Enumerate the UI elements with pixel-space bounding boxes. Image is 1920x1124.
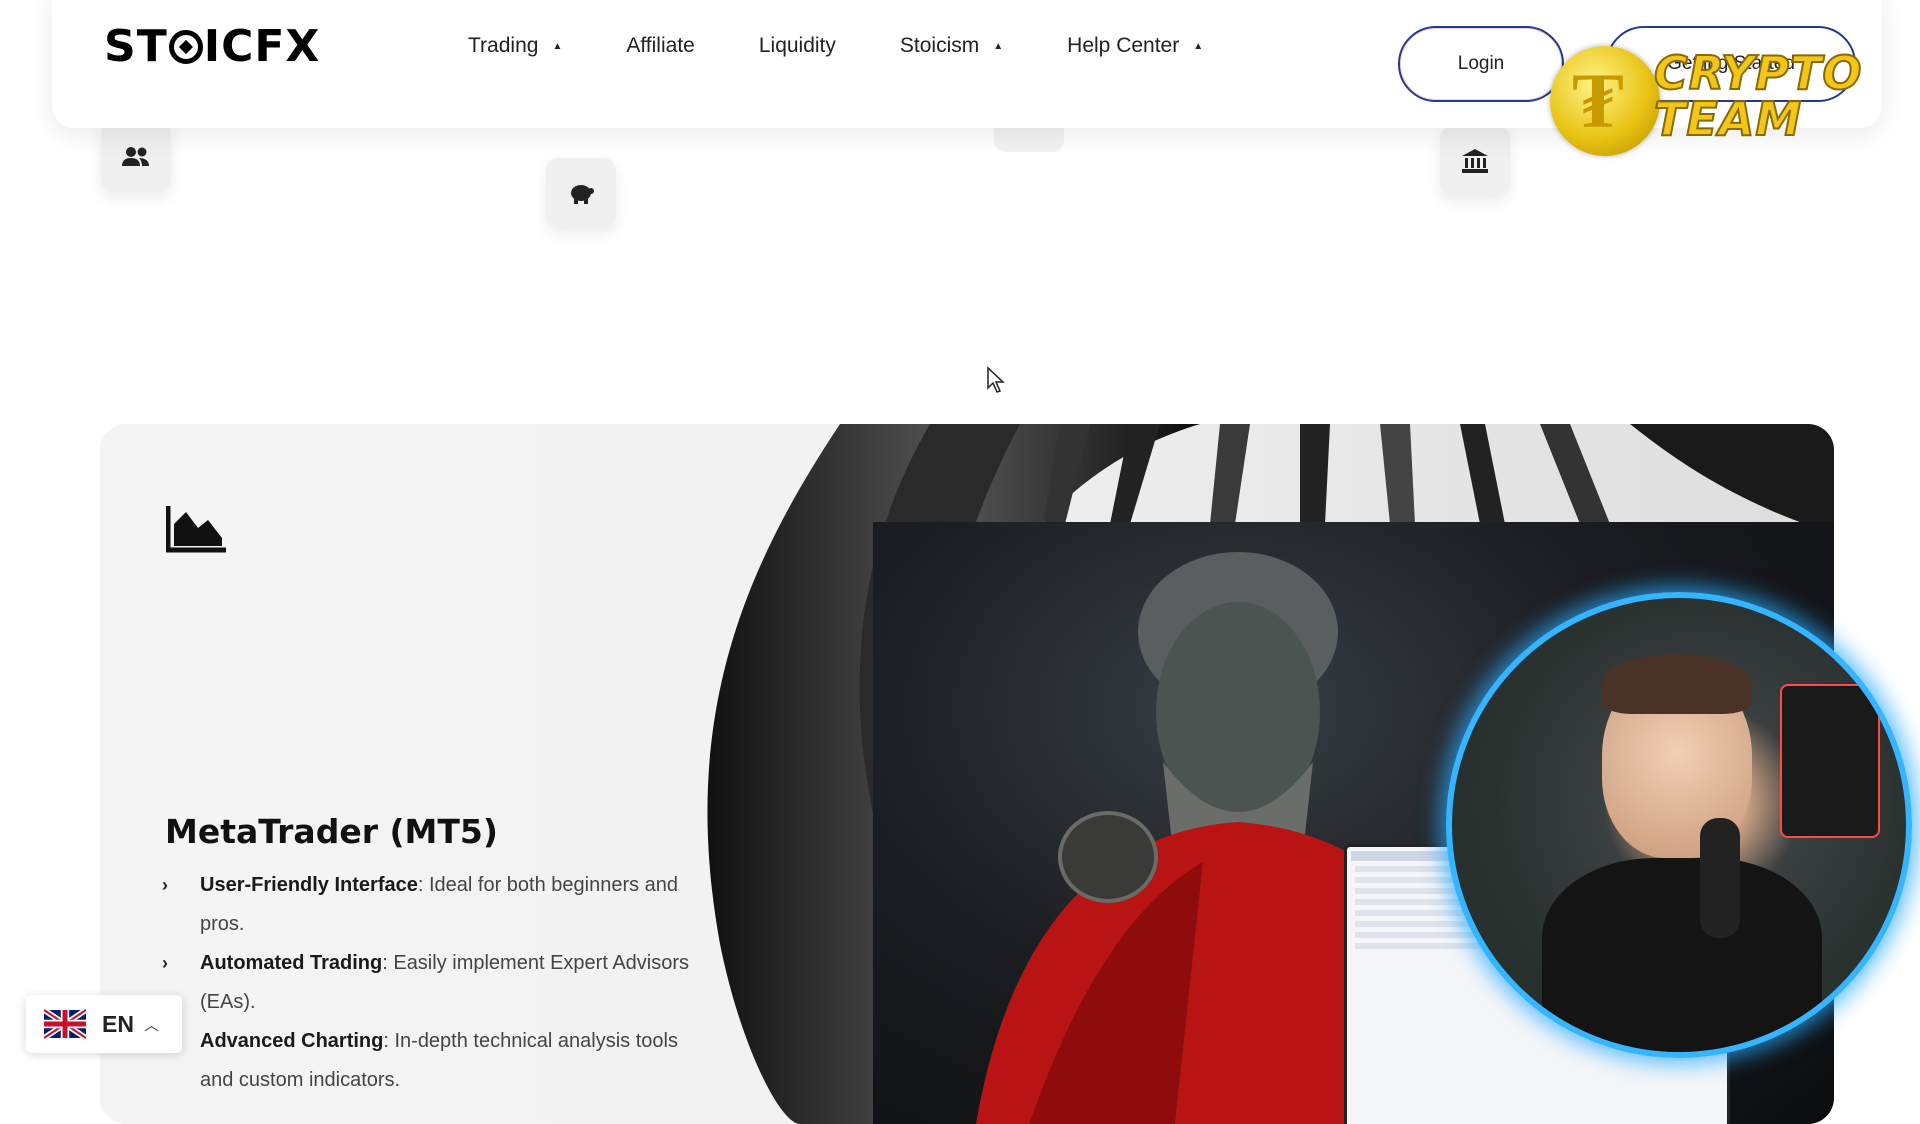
neon-bull-sign bbox=[1780, 684, 1880, 838]
feature-list: › User-Friendly Interface: Ideal for bot… bbox=[162, 866, 702, 1100]
logo-o-mark bbox=[168, 30, 203, 64]
feature-item: › Advanced Charting: In-depth technical … bbox=[200, 1030, 678, 1091]
caret-up-icon: ▲ bbox=[1193, 40, 1204, 52]
crypto-team-text: CRYPTO TEAM bbox=[1653, 46, 1863, 146]
users-icon-tile bbox=[101, 122, 171, 192]
stoicfx-logo[interactable]: ST ICFX bbox=[104, 24, 320, 70]
presenter-hair bbox=[1602, 654, 1752, 714]
piggy-bank-icon-tile bbox=[546, 158, 616, 228]
caret-up-icon: ▲ bbox=[552, 40, 563, 52]
nav-help-center[interactable]: Help Center ▲ bbox=[1067, 26, 1203, 66]
users-icon bbox=[122, 147, 149, 166]
nav-label: Affiliate bbox=[626, 34, 695, 57]
crypto-team-logo: ₮ CRYPTO TEAM bbox=[1550, 40, 1880, 160]
area-chart-icon bbox=[166, 506, 226, 553]
nav-trading[interactable]: Trading ▲ bbox=[468, 26, 562, 66]
chevron-right-icon: › bbox=[162, 953, 168, 973]
feature-item: › User-Friendly Interface: Ideal for bot… bbox=[162, 866, 702, 944]
main-nav: Trading ▲ Affiliate Liquidity Stoicism ▲… bbox=[468, 26, 1267, 66]
mouse-cursor-icon bbox=[987, 366, 1005, 393]
nav-affiliate[interactable]: Affiliate bbox=[626, 26, 695, 66]
language-selector[interactable]: EN ︿ bbox=[26, 995, 182, 1053]
piggy-bank-icon bbox=[571, 185, 594, 204]
uk-flag-icon bbox=[44, 1009, 86, 1039]
nav-label: Stoicism bbox=[899, 34, 980, 57]
presenter-shirt bbox=[1542, 858, 1822, 1052]
chevron-up-icon: ︿ bbox=[143, 1016, 159, 1034]
nav-label: Trading bbox=[468, 34, 539, 57]
nav-label: Liquidity bbox=[758, 34, 836, 57]
card-title: MetaTrader (MT5) bbox=[165, 812, 498, 851]
bank-icon bbox=[1462, 149, 1488, 173]
login-button[interactable]: Login bbox=[1398, 26, 1564, 102]
caret-up-icon: ▲ bbox=[993, 40, 1004, 52]
webcam-overlay bbox=[1446, 592, 1912, 1058]
chevron-right-icon: › bbox=[162, 875, 168, 895]
feature-item: › Automated Trading: Easily implement Ex… bbox=[162, 944, 702, 1022]
bank-icon-tile bbox=[1440, 126, 1510, 196]
nav-label: Help Center bbox=[1067, 34, 1180, 57]
microphone bbox=[1700, 818, 1740, 938]
nav-stoicism[interactable]: Stoicism ▲ bbox=[900, 26, 1003, 66]
language-code: EN bbox=[102, 1010, 134, 1037]
nav-liquidity[interactable]: Liquidity bbox=[759, 26, 836, 66]
crypto-coin-icon: ₮ bbox=[1550, 46, 1660, 156]
